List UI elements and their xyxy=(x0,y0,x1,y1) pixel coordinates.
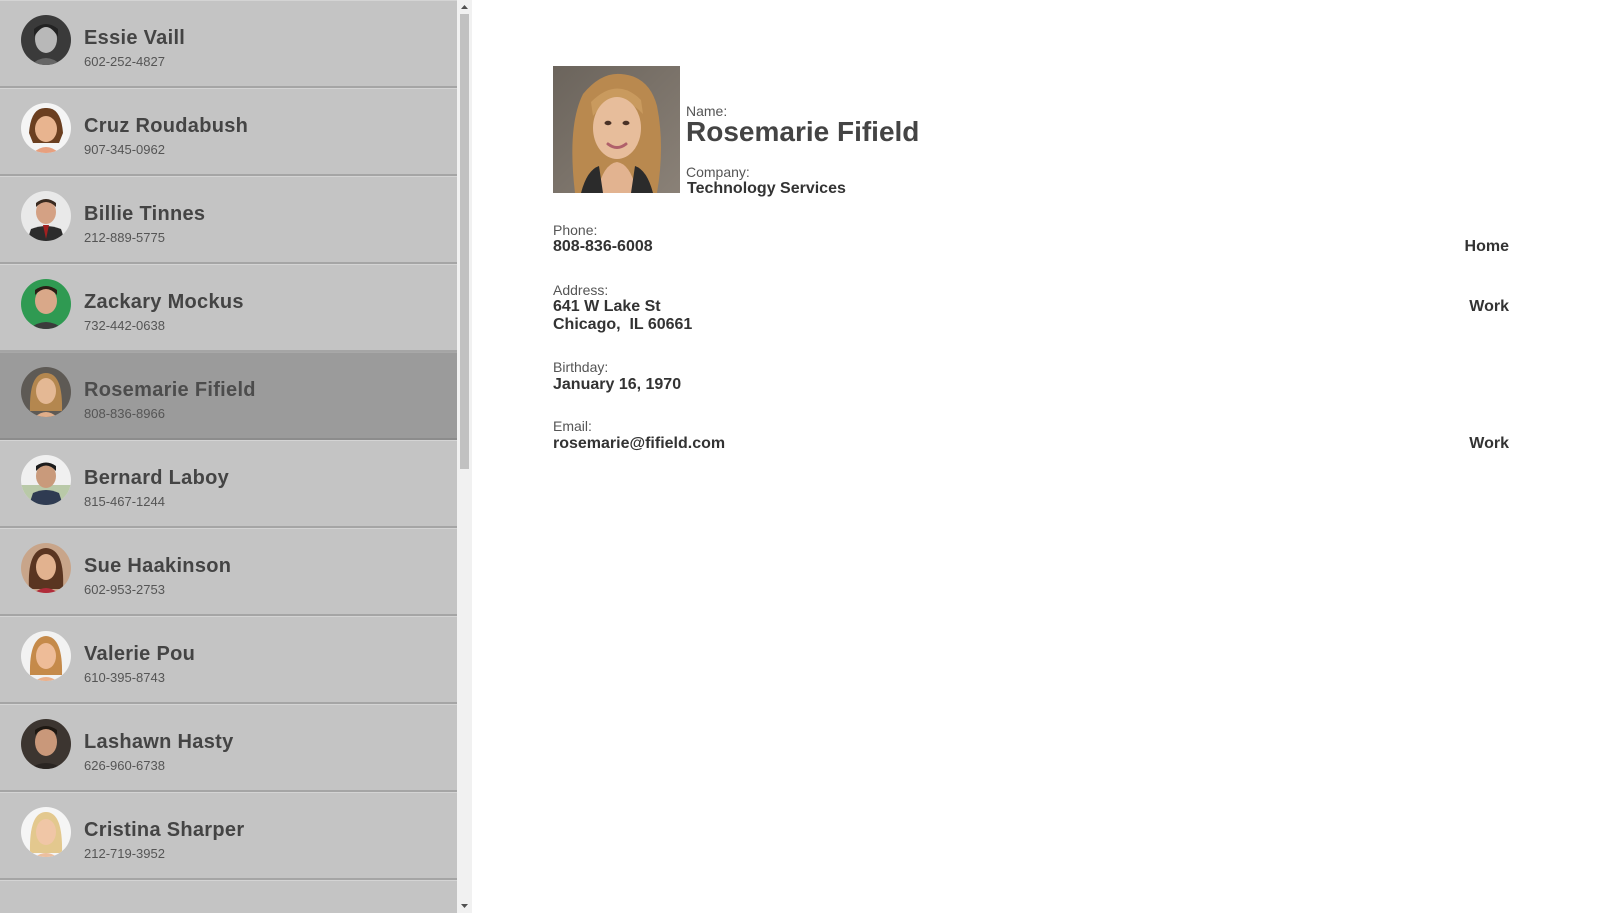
contact-photo xyxy=(553,66,680,193)
address-label: Address: xyxy=(553,282,609,298)
avatar xyxy=(21,279,71,329)
email-label: Email: xyxy=(553,418,592,434)
avatar xyxy=(21,191,71,241)
email-type: Work xyxy=(1469,435,1509,452)
scroll-down-arrow-icon[interactable] xyxy=(457,899,472,913)
contact-item[interactable]: Cristina Sharper 212-719-3952 xyxy=(0,792,457,880)
contact-phone: 602-252-4827 xyxy=(84,54,165,69)
avatar xyxy=(21,807,71,857)
contact-name: Bernard Laboy xyxy=(84,467,230,489)
avatar xyxy=(21,103,71,153)
scroll-up-arrow-icon[interactable] xyxy=(457,0,472,14)
contact-name: Billie Tinnes xyxy=(84,203,206,225)
avatar xyxy=(21,367,71,417)
contact-item[interactable]: Sue Haakinson 602-953-2753 xyxy=(0,528,457,616)
avatar xyxy=(21,543,71,593)
contact-phone-value[interactable]: 808-836-6008 xyxy=(553,238,653,256)
address-type: Work xyxy=(1469,298,1509,315)
contact-name: Essie Vaill xyxy=(84,27,186,49)
contact-phone: 815-467-1244 xyxy=(84,494,165,509)
contact-name: Zackary Mockus xyxy=(84,291,244,313)
contact-item[interactable]: Essie Vaill 602-252-4827 xyxy=(0,0,457,88)
contact-item[interactable]: Valerie Pou 610-395-8743 xyxy=(0,616,457,704)
contact-item[interactable]: Lashawn Hasty 626-960-6738 xyxy=(0,704,457,792)
contact-phone: 732-442-0638 xyxy=(84,318,165,333)
contact-item-selected[interactable]: Rosemarie Fifield 808-836-8966 xyxy=(0,352,457,440)
company-label: Company: xyxy=(686,164,750,180)
avatar xyxy=(21,15,71,65)
contact-phone: 212-889-5775 xyxy=(84,230,165,245)
address-line1: 641 W Lake St xyxy=(553,298,661,315)
contact-name: Valerie Pou xyxy=(84,643,196,665)
contact-item[interactable]: Bernard Laboy 815-467-1244 xyxy=(0,440,457,528)
contact-list: Essie Vaill 602-252-4827 Cruz Roudabush … xyxy=(0,0,457,913)
phone-type: Home xyxy=(1464,238,1509,255)
sidebar-scrollbar[interactable] xyxy=(457,0,472,913)
contact-name: Cruz Roudabush xyxy=(84,115,249,137)
contact-name: Rosemarie Fifield xyxy=(84,379,256,401)
contact-item[interactable]: Billie Tinnes 212-889-5775 xyxy=(0,176,457,264)
contact-phone: 212-719-3952 xyxy=(84,846,165,861)
avatar xyxy=(21,631,71,681)
contact-phone: 808-836-8966 xyxy=(84,406,165,421)
birthday-label: Birthday: xyxy=(553,359,609,375)
contact-email[interactable]: rosemarie@fifield.com xyxy=(553,435,725,453)
phone-label: Phone: xyxy=(553,222,598,238)
contact-full-name: Rosemarie Fifield xyxy=(686,116,920,147)
avatar xyxy=(21,455,71,505)
contact-phone: 907-345-0962 xyxy=(84,142,165,157)
contact-name: Sue Haakinson xyxy=(84,555,232,577)
contact-phone: 626-960-6738 xyxy=(84,758,165,773)
contact-phone: 610-395-8743 xyxy=(84,670,165,685)
avatar xyxy=(21,719,71,769)
contact-item-partial[interactable] xyxy=(0,880,457,913)
contact-item[interactable]: Cruz Roudabush 907-345-0962 xyxy=(0,88,457,176)
contact-name: Cristina Sharper xyxy=(84,819,245,841)
scrollbar-thumb[interactable] xyxy=(460,14,469,469)
address-line2: Chicago, IL 60661 xyxy=(553,316,693,333)
contact-company: Technology Services xyxy=(687,180,846,197)
contact-sidebar: Essie Vaill 602-252-4827 Cruz Roudabush … xyxy=(0,0,472,913)
contact-birthday: January 16, 1970 xyxy=(553,376,682,393)
contact-item[interactable]: Zackary Mockus 732-442-0638 xyxy=(0,264,457,352)
contact-phone: 602-953-2753 xyxy=(84,582,165,597)
contact-name: Lashawn Hasty xyxy=(84,731,234,753)
contact-detail-panel: Name: Rosemarie Fifield Company: Technol… xyxy=(472,0,1624,913)
contacts-app: Essie Vaill 602-252-4827 Cruz Roudabush … xyxy=(0,0,1624,913)
